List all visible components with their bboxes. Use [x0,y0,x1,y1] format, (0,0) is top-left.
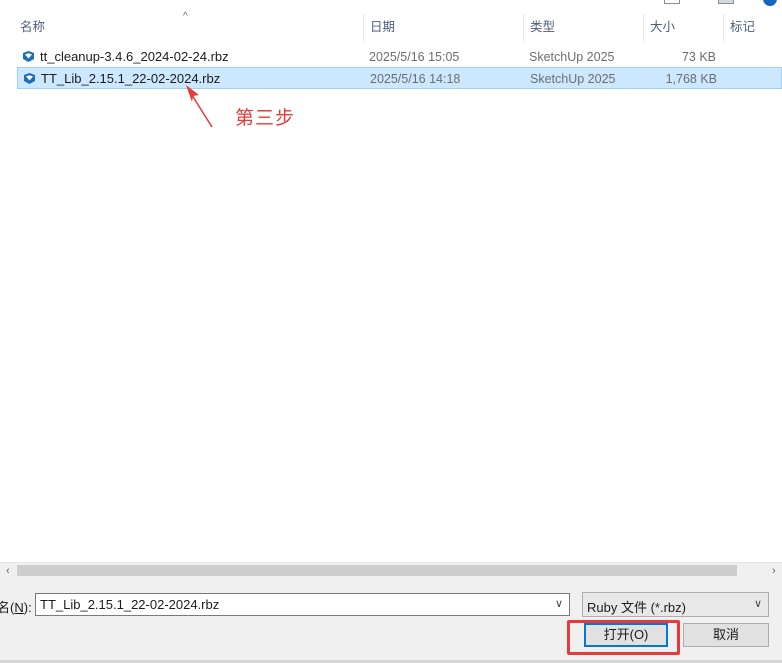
dialog-bottom-panel: 名(N): TT_Lib_2.15.1_22-02-2024.rbz ∨ Rub… [0,579,782,663]
help-icon[interactable] [763,0,777,6]
chevron-down-icon[interactable]: ∨ [754,597,762,610]
column-header-name[interactable]: 名称 [14,14,364,41]
sketchup-file-icon [23,51,34,62]
file-date: 2025/5/16 15:05 [369,50,460,64]
file-type: SketchUp 2025 [530,72,616,86]
file-type: SketchUp 2025 [529,50,615,64]
chevron-down-icon[interactable]: ∨ [555,597,563,610]
filename-input[interactable]: TT_Lib_2.15.1_22-02-2024.rbz ∨ [35,593,570,616]
column-header-type[interactable]: 类型 [524,14,644,41]
column-header-size-label: 大小 [650,20,676,34]
column-header-name-label: 名称 [20,20,46,34]
file-name: TT_Lib_2.15.1_22-02-2024.rbz [41,71,221,86]
file-type-select-value: Ruby 文件 (*.rbz) [587,600,686,615]
file-row-selected[interactable]: TT_Lib_2.15.1_22-02-2024.rbz 2025/5/16 1… [17,67,782,89]
view-options-icon[interactable] [664,0,680,4]
scroll-right-icon[interactable]: › [772,565,776,577]
column-header-type-label: 类型 [530,20,556,34]
scroll-left-icon[interactable]: ‹ [6,565,10,577]
scrollbar-thumb[interactable] [17,565,737,576]
filename-label-prefix: 名( [0,600,15,615]
sort-ascending-icon: ^ [183,11,188,22]
open-button[interactable]: 打开(O) [584,623,668,647]
file-list-header: 名称 ^ 日期 类型 大小 标记 [0,11,782,41]
file-size: 1,768 KB [665,72,717,86]
file-date: 2025/5/16 14:18 [370,72,461,86]
column-header-tags-label: 标记 [730,20,756,34]
preview-pane-icon[interactable] [718,0,734,4]
filename-label-suffix: ): [23,600,32,615]
sketchup-file-icon [24,73,35,84]
toolbar-strip [0,0,782,14]
file-size: 73 KB [681,50,716,64]
file-name: tt_cleanup-3.4.6_2024-02-24.rbz [40,49,229,64]
column-header-size[interactable]: 大小 [644,14,724,41]
column-header-date[interactable]: 日期 [364,14,524,41]
filename-label-accesskey: N [14,600,24,615]
file-type-select[interactable]: Ruby 文件 (*.rbz) ∨ [582,592,769,617]
cancel-button[interactable]: 取消 [683,623,769,647]
column-header-tags[interactable]: 标记 [724,14,782,41]
column-header-date-label: 日期 [370,20,396,34]
filename-label: 名(N): [0,597,32,616]
horizontal-scrollbar[interactable]: ‹ › [0,562,782,579]
step-annotation-label: 第三步 [235,107,296,129]
filename-value: TT_Lib_2.15.1_22-02-2024.rbz [40,597,220,612]
file-row[interactable]: tt_cleanup-3.4.6_2024-02-24.rbz 2025/5/1… [17,46,782,68]
